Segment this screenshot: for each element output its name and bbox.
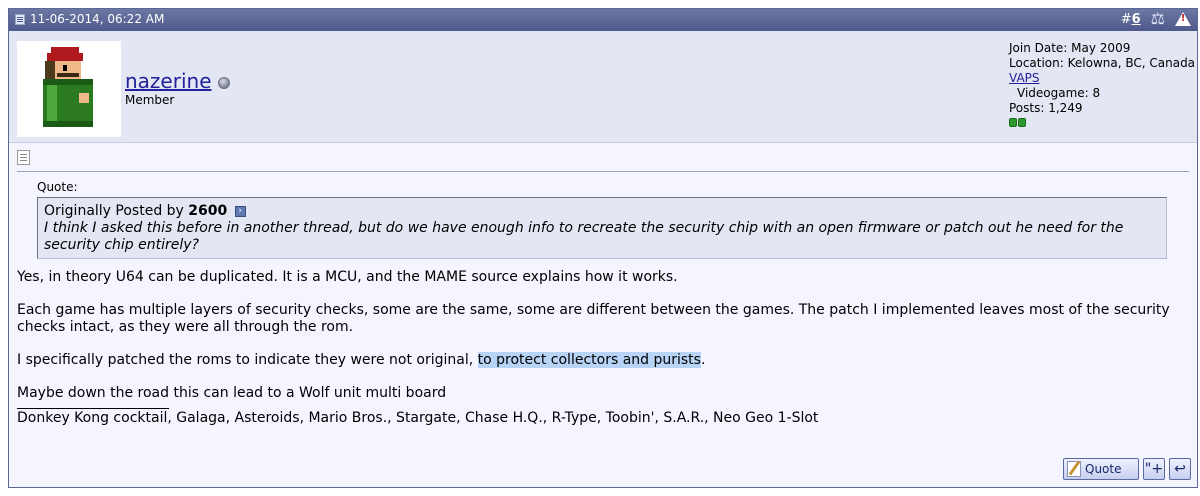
quick-reply-button[interactable]: ↩ [1169,458,1191,480]
user-stats: Join Date: May 2009 Location: Kelowna, B… [1009,41,1195,127]
message-paragraph: Yes, in theory U64 can be duplicated. It… [17,269,678,285]
post-action-buttons: Quote "+ ↩ [1063,458,1191,480]
post-number-prefix: # [1120,11,1132,27]
post-number[interactable]: 6 [1132,12,1141,27]
highlighted-text: to protect collectors and purists [477,352,701,368]
videogame-count: Videogame: 8 [1017,86,1101,100]
username-link[interactable]: nazerine [125,69,230,93]
offline-status-icon [217,77,230,89]
quick-reply-icon: ↩ [1174,461,1186,477]
post-date: 11-06-2014, 06:22 AM [15,12,164,26]
multiquote-button[interactable]: "+ [1143,458,1165,480]
quote-author: 2600 [188,203,228,219]
username-text[interactable]: nazerine [125,69,212,93]
quote-button[interactable]: Quote [1063,458,1139,480]
user-title: Member [125,93,175,107]
post-count: Posts: 1,249 [1009,101,1083,115]
location: Location: Kelowna, BC, Canada [1009,56,1196,70]
join-date: Join Date: May 2009 [1009,41,1131,55]
quote-label: Quote: [37,180,78,194]
text-span: . [700,352,706,368]
divider [17,171,1189,172]
post-doc-icon [15,13,25,25]
quote-text: I think I asked this before in another t… [44,220,1124,253]
post-number-link[interactable]: #6 [1121,12,1141,27]
signature-divider [17,408,169,409]
reputation-icons [1009,118,1195,127]
message-paragraph: Each game has multiple layers of securit… [17,302,1170,335]
message-text: Yes, in theory U64 can be duplicated. It… [17,269,1187,427]
message-paragraph: I specifically patched the roms to indic… [17,352,1187,369]
multiquote-icon: "+ [1144,461,1164,477]
quote-button-label: Quote [1085,462,1122,476]
warning-icon[interactable]: ! [1175,12,1191,26]
scale-icon[interactable]: ⚖ [1151,10,1165,28]
user-info-bar: nazerine Member Join Date: May 2009 Loca… [9,31,1197,143]
pen-icon [1067,461,1081,477]
post-body: Quote: Originally Posted by 2600 › I thi… [9,143,1197,488]
quote-attribution: Originally Posted by 2600 › [44,203,1160,220]
post-date-text: 11-06-2014, 06:22 AM [30,12,165,26]
posted-by-label: Originally Posted by [44,203,184,219]
view-post-icon[interactable]: › [234,205,246,217]
signature: Donkey Kong cocktail, Galaga, Asteroids,… [17,410,819,426]
quote-box: Originally Posted by 2600 › I think I as… [37,197,1167,259]
text-span: I specifically patched the roms to indic… [17,352,478,368]
avatar[interactable] [17,41,121,137]
group-link[interactable]: VAPS [1009,71,1195,86]
forum-post: 11-06-2014, 06:22 AM #6 ⚖ ! nazerine Mem… [8,8,1198,488]
message-paragraph: Maybe down the road this can lead to a W… [17,385,447,401]
document-icon [17,150,30,165]
post-header: 11-06-2014, 06:22 AM #6 ⚖ ! [9,9,1197,31]
